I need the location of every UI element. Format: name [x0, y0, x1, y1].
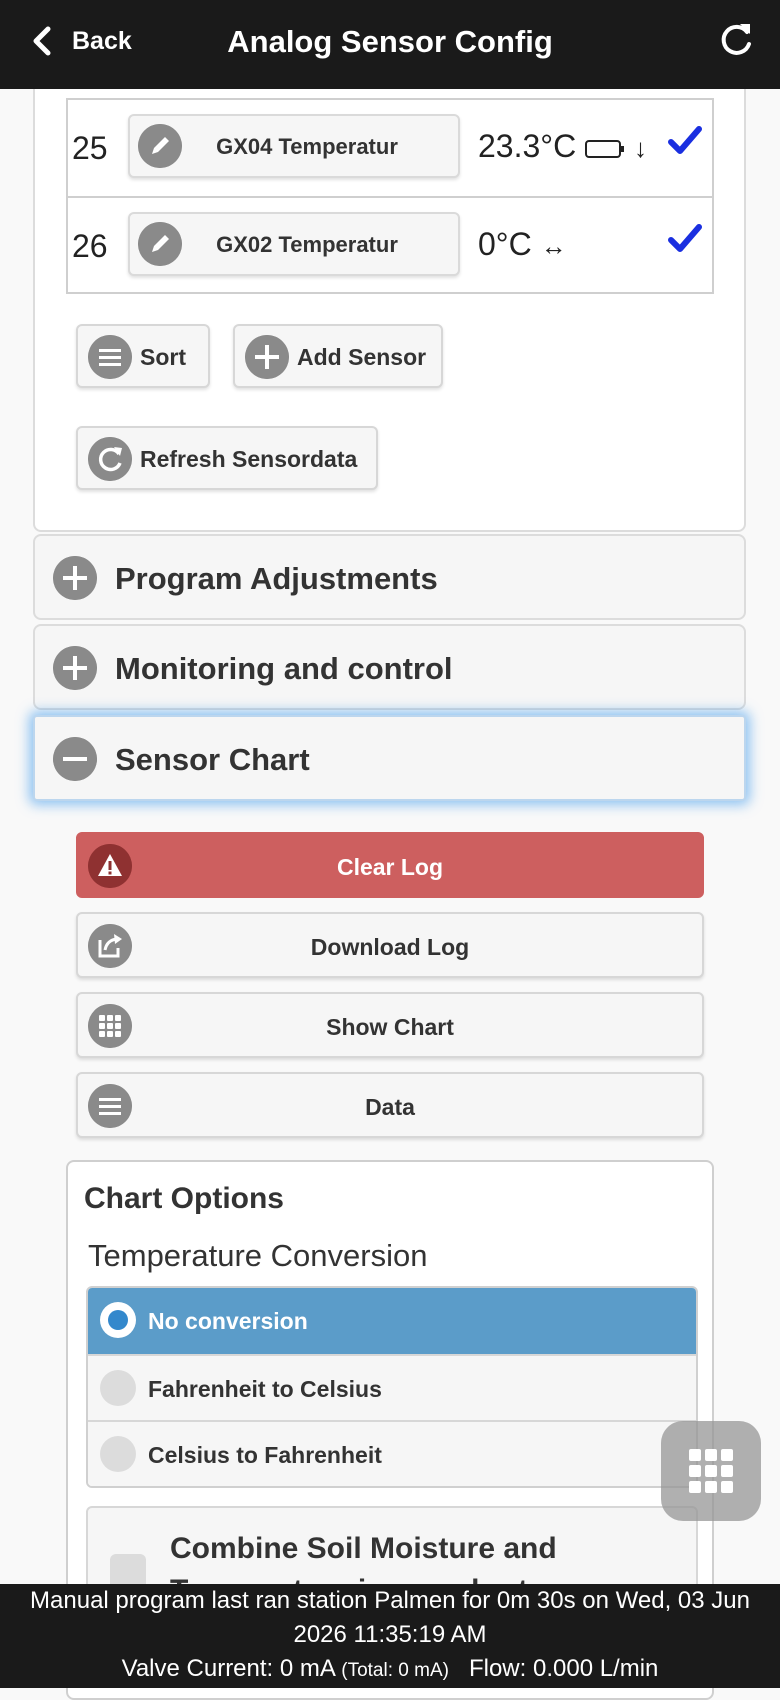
sensor-value-text: 23.3°C: [478, 128, 577, 164]
sensor-value: 23.3°C ↓: [478, 128, 647, 165]
refresh-icon: [88, 437, 132, 481]
download-log-button[interactable]: Download Log: [76, 912, 704, 978]
sensor-row: 26 GX02 Temperatur 0°C ↔: [68, 196, 712, 292]
section-program-adjustments[interactable]: Program Adjustments: [33, 534, 746, 620]
radio-indicator: [100, 1370, 136, 1406]
app-header: Back Analog Sensor Config: [0, 0, 780, 89]
plus-icon: [53, 556, 97, 600]
sensor-value-text: 0°C: [478, 226, 532, 262]
data-button[interactable]: Data: [76, 1072, 704, 1138]
radio-label: Fahrenheit to Celsius: [148, 1376, 382, 1402]
section-sensor-chart[interactable]: Sensor Chart: [33, 715, 746, 801]
valve-current: Valve Current: 0 mA: [121, 1655, 335, 1682]
sensor-table: 25 GX04 Temperatur 23.3°C ↓ 26 GX02 Temp…: [66, 98, 714, 294]
refresh-sensordata-label: Refresh Sensordata: [140, 446, 358, 472]
section-label: Program Adjustments: [115, 561, 438, 596]
sensor-nr: 26: [72, 228, 108, 264]
temperature-conversion-group: No conversion Fahrenheit to Celsius Cels…: [86, 1286, 698, 1488]
download-log-label: Download Log: [310, 934, 470, 960]
radio-no-conversion[interactable]: No conversion: [88, 1288, 696, 1354]
sensor-name: GX02 Temperatur: [216, 232, 398, 257]
section-label: Sensor Chart: [115, 742, 310, 777]
add-sensor-label: Add Sensor: [297, 344, 427, 370]
section-label: Monitoring and control: [115, 651, 453, 686]
refresh-sensordata-button[interactable]: Refresh Sensordata: [76, 426, 378, 490]
last-run-status: Manual program last ran station Palmen f…: [30, 1587, 750, 1648]
sensor-name: GX04 Temperatur: [216, 134, 398, 159]
trend-indicator: ↔: [540, 231, 567, 261]
radio-fahrenheit-to-celsius[interactable]: Fahrenheit to Celsius: [88, 1354, 696, 1420]
radio-label: Celsius to Fahrenheit: [148, 1442, 382, 1468]
floating-menu-button[interactable]: [661, 1421, 761, 1521]
flow-rate: Flow: 0.000 L/min: [468, 1655, 659, 1682]
pencil-icon: [138, 222, 182, 266]
clear-log-label: Clear Log: [336, 854, 444, 880]
battery-icon: [585, 139, 625, 158]
plus-icon: [245, 335, 289, 379]
grid-icon: [689, 1449, 733, 1493]
sensor-nr: 25: [72, 130, 108, 166]
minus-icon: [53, 737, 97, 781]
show-chart-label: Show Chart: [326, 1014, 454, 1040]
checkmark-icon: [668, 126, 702, 154]
pencil-icon: [138, 124, 182, 168]
valve-total: (Total: 0 mA): [341, 1660, 449, 1681]
checkmark-icon: [668, 224, 702, 252]
sort-button[interactable]: Sort: [76, 324, 210, 388]
sort-label: Sort: [140, 344, 186, 370]
radio-indicator: [100, 1302, 136, 1338]
trend-indicator: ↓: [633, 133, 647, 163]
clear-log-button[interactable]: Clear Log: [76, 832, 704, 898]
edit-sensor-button[interactable]: GX04 Temperatur: [128, 114, 460, 178]
temperature-conversion-label: Temperature Conversion: [88, 1238, 428, 1273]
status-footer: Manual program last ran station Palmen f…: [0, 1584, 780, 1688]
refresh-icon[interactable]: [714, 18, 758, 62]
valve-flow-status: Valve Current: 0 mA (Total: 0 mA) Flow: …: [0, 1652, 780, 1688]
radio-celsius-to-fahrenheit[interactable]: Celsius to Fahrenheit: [88, 1420, 696, 1486]
section-monitoring[interactable]: Monitoring and control: [33, 624, 746, 710]
radio-label: No conversion: [148, 1308, 308, 1334]
sensor-row: 25 GX04 Temperatur 23.3°C ↓: [68, 100, 712, 196]
radio-indicator: [100, 1436, 136, 1472]
page-title: Analog Sensor Config: [227, 24, 553, 59]
show-chart-button[interactable]: Show Chart: [76, 992, 704, 1058]
add-sensor-button[interactable]: Add Sensor: [233, 324, 443, 388]
data-label: Data: [365, 1094, 415, 1120]
edit-sensor-button[interactable]: GX02 Temperatur: [128, 212, 460, 276]
chart-options-title: Chart Options: [84, 1182, 284, 1215]
plus-icon: [53, 646, 97, 690]
list-icon: [88, 335, 132, 379]
sensor-value: 0°C ↔: [478, 226, 567, 263]
